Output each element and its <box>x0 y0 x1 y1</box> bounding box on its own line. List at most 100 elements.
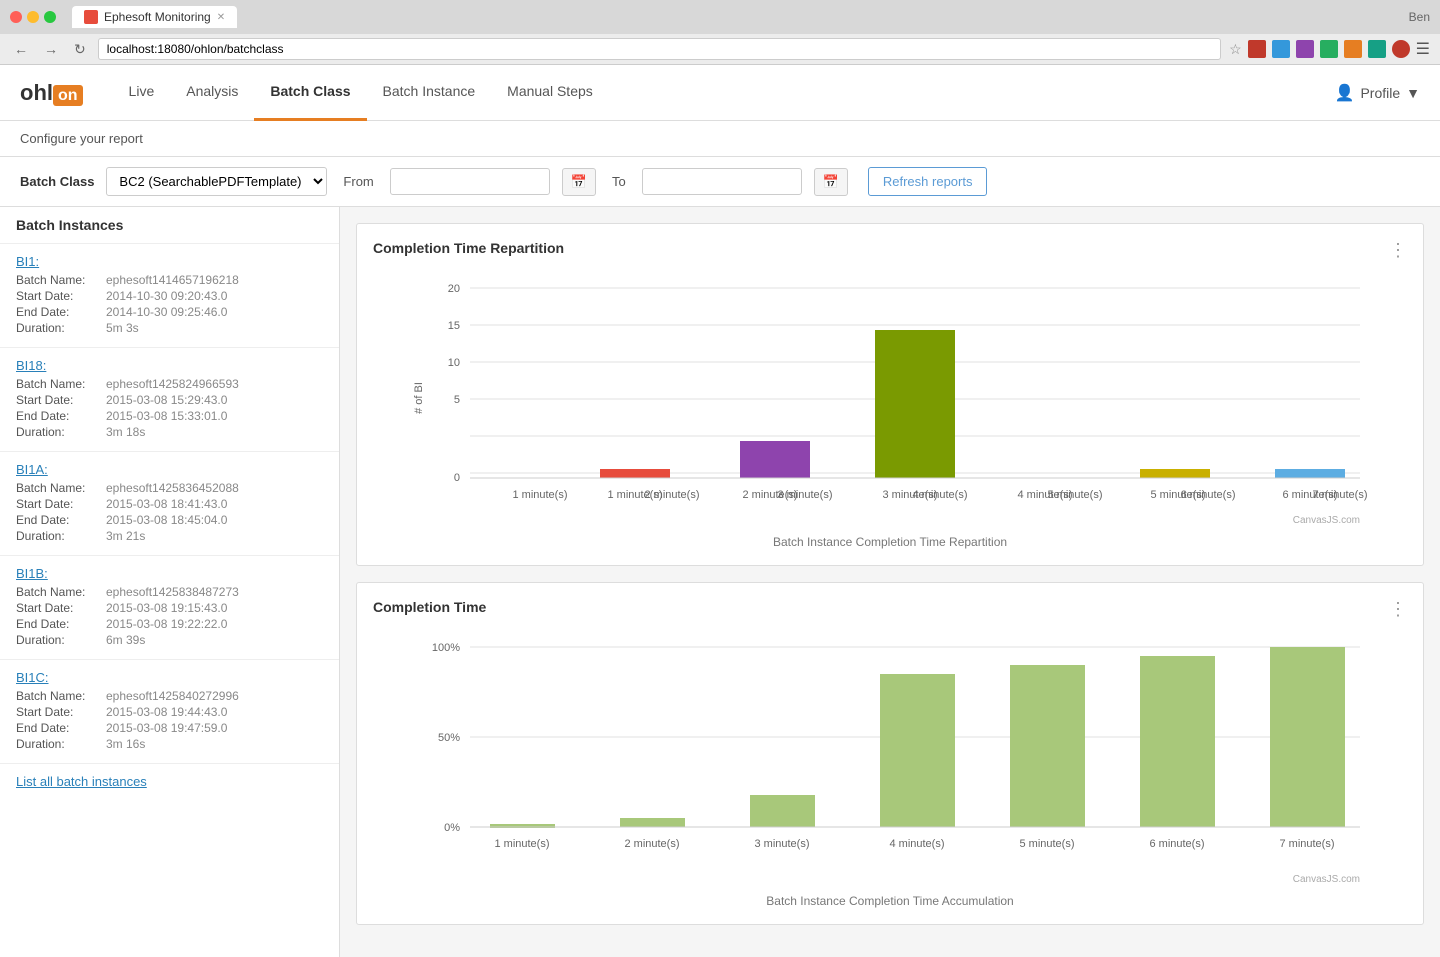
reload-button[interactable]: ↻ <box>70 39 90 60</box>
profile-menu[interactable]: 👤 Profile ▼ <box>1335 83 1420 103</box>
svg-text:5: 5 <box>454 394 460 406</box>
filter-row: Batch Class BC2 (SearchablePDFTemplate) … <box>0 157 1440 207</box>
svg-text:2 minute(s): 2 minute(s) <box>644 489 699 501</box>
chart2-subtitle: Batch Instance Completion Time Accumulat… <box>373 894 1407 908</box>
start-date-label: Start Date: <box>16 289 106 303</box>
bar2-4min <box>880 674 955 827</box>
to-date-input[interactable] <box>642 168 802 195</box>
bar-4min <box>875 330 955 478</box>
browser-tab[interactable]: Ephesoft Monitoring ✕ <box>72 6 237 28</box>
chart1-svg: 20 15 10 5 0 # of BI <box>373 268 1407 528</box>
svg-text:7 minute(s): 7 minute(s) <box>1312 489 1367 501</box>
nav-item-analysis[interactable]: Analysis <box>170 65 254 121</box>
nav-item-manual-steps[interactable]: Manual Steps <box>491 65 609 121</box>
batch-class-filter-label: Batch Class <box>20 174 94 189</box>
svg-text:1 minute(s): 1 minute(s) <box>494 838 549 850</box>
tab-favicon <box>84 10 98 24</box>
nav-item-batch-instance[interactable]: Batch Instance <box>367 65 492 121</box>
window-user: Ben <box>1409 10 1430 24</box>
close-window-button[interactable] <box>10 11 22 23</box>
chart1-title: Completion Time Repartition <box>373 240 1407 256</box>
svg-text:# of BI: # of BI <box>413 382 425 414</box>
forward-button[interactable]: → <box>40 39 62 59</box>
profile-chevron-icon: ▼ <box>1406 85 1420 101</box>
duration-label: Duration: <box>16 321 106 335</box>
profile-icon: 👤 <box>1335 83 1355 103</box>
chart1-container: 20 15 10 5 0 # of BI <box>373 268 1407 531</box>
svg-text:4 minute(s): 4 minute(s) <box>912 489 967 501</box>
svg-text:CanvasJS.com: CanvasJS.com <box>1293 515 1360 526</box>
end-date-label: End Date: <box>16 305 106 319</box>
svg-text:100%: 100% <box>432 642 460 654</box>
bar2-3min <box>750 795 815 827</box>
batch-item-id-bi1c[interactable]: BI1C: <box>16 670 323 685</box>
bar-6min <box>1140 469 1210 478</box>
config-title: Configure your report <box>20 131 143 146</box>
to-calendar-button[interactable]: 📅 <box>814 168 848 196</box>
bar2-6min <box>1140 656 1215 827</box>
nav-item-batch-class[interactable]: Batch Class <box>254 65 366 121</box>
svg-text:10: 10 <box>448 357 460 369</box>
svg-text:3 minute(s): 3 minute(s) <box>754 838 809 850</box>
from-label: From <box>343 174 373 189</box>
bar-3min <box>740 441 810 478</box>
config-bar: Configure your report <box>0 121 1440 157</box>
from-calendar-button[interactable]: 📅 <box>562 168 596 196</box>
ext-icon-3[interactable] <box>1296 40 1314 58</box>
ext-icon-6[interactable] <box>1368 40 1386 58</box>
address-bar[interactable] <box>98 38 1221 60</box>
list-all-batch-instances[interactable]: List all batch instances <box>0 764 339 799</box>
browser-toolbar: ← → ↻ ☆ ☰ <box>0 34 1440 64</box>
batch-item-id-bi1b[interactable]: BI1B: <box>16 566 323 581</box>
minimize-window-button[interactable] <box>27 11 39 23</box>
star-icon[interactable]: ☆ <box>1229 41 1242 58</box>
chart1-menu-icon[interactable]: ⋮ <box>1389 240 1407 261</box>
svg-text:4 minute(s): 4 minute(s) <box>889 838 944 850</box>
logo-on: on <box>53 85 83 106</box>
bar2-7min <box>1270 647 1345 827</box>
batch-name-value: ephesoft1414657196218 <box>106 273 239 287</box>
profile-label: Profile <box>1360 85 1400 101</box>
svg-text:5 minute(s): 5 minute(s) <box>1047 489 1102 501</box>
batch-item-id-bi18[interactable]: BI18: <box>16 358 323 373</box>
tab-close-icon[interactable]: ✕ <box>217 12 225 23</box>
svg-text:0%: 0% <box>444 822 460 834</box>
chart-section-2: Completion Time ⋮ 100% 50% 0% <box>356 582 1424 925</box>
svg-text:2 minute(s): 2 minute(s) <box>624 838 679 850</box>
batch-item-bi1c: BI1C: Batch Name:ephesoft1425840272996 S… <box>0 660 339 764</box>
ext-icon-2[interactable] <box>1272 40 1290 58</box>
batch-item-bi1a: BI1A: Batch Name:ephesoft1425836452088 S… <box>0 452 339 556</box>
tab-title: Ephesoft Monitoring <box>104 10 211 24</box>
ext-icon-1[interactable] <box>1248 40 1266 58</box>
ext-icon-4[interactable] <box>1320 40 1338 58</box>
refresh-reports-button[interactable]: Refresh reports <box>868 167 988 196</box>
batch-item-id-bi1[interactable]: BI1: <box>16 254 323 269</box>
window-controls <box>10 11 56 23</box>
batch-class-select[interactable]: BC2 (SearchablePDFTemplate) <box>106 167 327 196</box>
bar-7min <box>1275 469 1345 478</box>
ext-icon-7[interactable] <box>1392 40 1410 58</box>
svg-text:20: 20 <box>448 283 460 295</box>
logo-prefix: ohlon <box>20 82 83 104</box>
end-date-value: 2014-10-30 09:25:46.0 <box>106 305 227 319</box>
start-date-value: 2014-10-30 09:20:43.0 <box>106 289 227 303</box>
ext-icon-5[interactable] <box>1344 40 1362 58</box>
left-panel: Batch Instances BI1: Batch Name:ephesoft… <box>0 207 340 957</box>
chart2-title: Completion Time <box>373 599 1407 615</box>
browser-titlebar: Ephesoft Monitoring ✕ Ben <box>0 0 1440 34</box>
batch-name-label: Batch Name: <box>16 273 106 287</box>
from-date-input[interactable] <box>390 168 550 195</box>
nav-item-live[interactable]: Live <box>113 65 171 121</box>
batch-item-bi1: BI1: Batch Name:ephesoft1414657196218 St… <box>0 244 339 348</box>
svg-text:7 minute(s): 7 minute(s) <box>1279 838 1334 850</box>
svg-text:6 minute(s): 6 minute(s) <box>1149 838 1204 850</box>
maximize-window-button[interactable] <box>44 11 56 23</box>
svg-text:0: 0 <box>454 472 460 484</box>
svg-text:CanvasJS.com: CanvasJS.com <box>1293 874 1360 885</box>
back-button[interactable]: ← <box>10 39 32 59</box>
svg-text:6 minute(s): 6 minute(s) <box>1180 489 1235 501</box>
batch-item-id-bi1a[interactable]: BI1A: <box>16 462 323 477</box>
menu-icon[interactable]: ☰ <box>1416 39 1430 59</box>
app-navbar: ohlon Live Analysis Batch Class Batch In… <box>0 65 1440 121</box>
chart2-menu-icon[interactable]: ⋮ <box>1389 599 1407 620</box>
